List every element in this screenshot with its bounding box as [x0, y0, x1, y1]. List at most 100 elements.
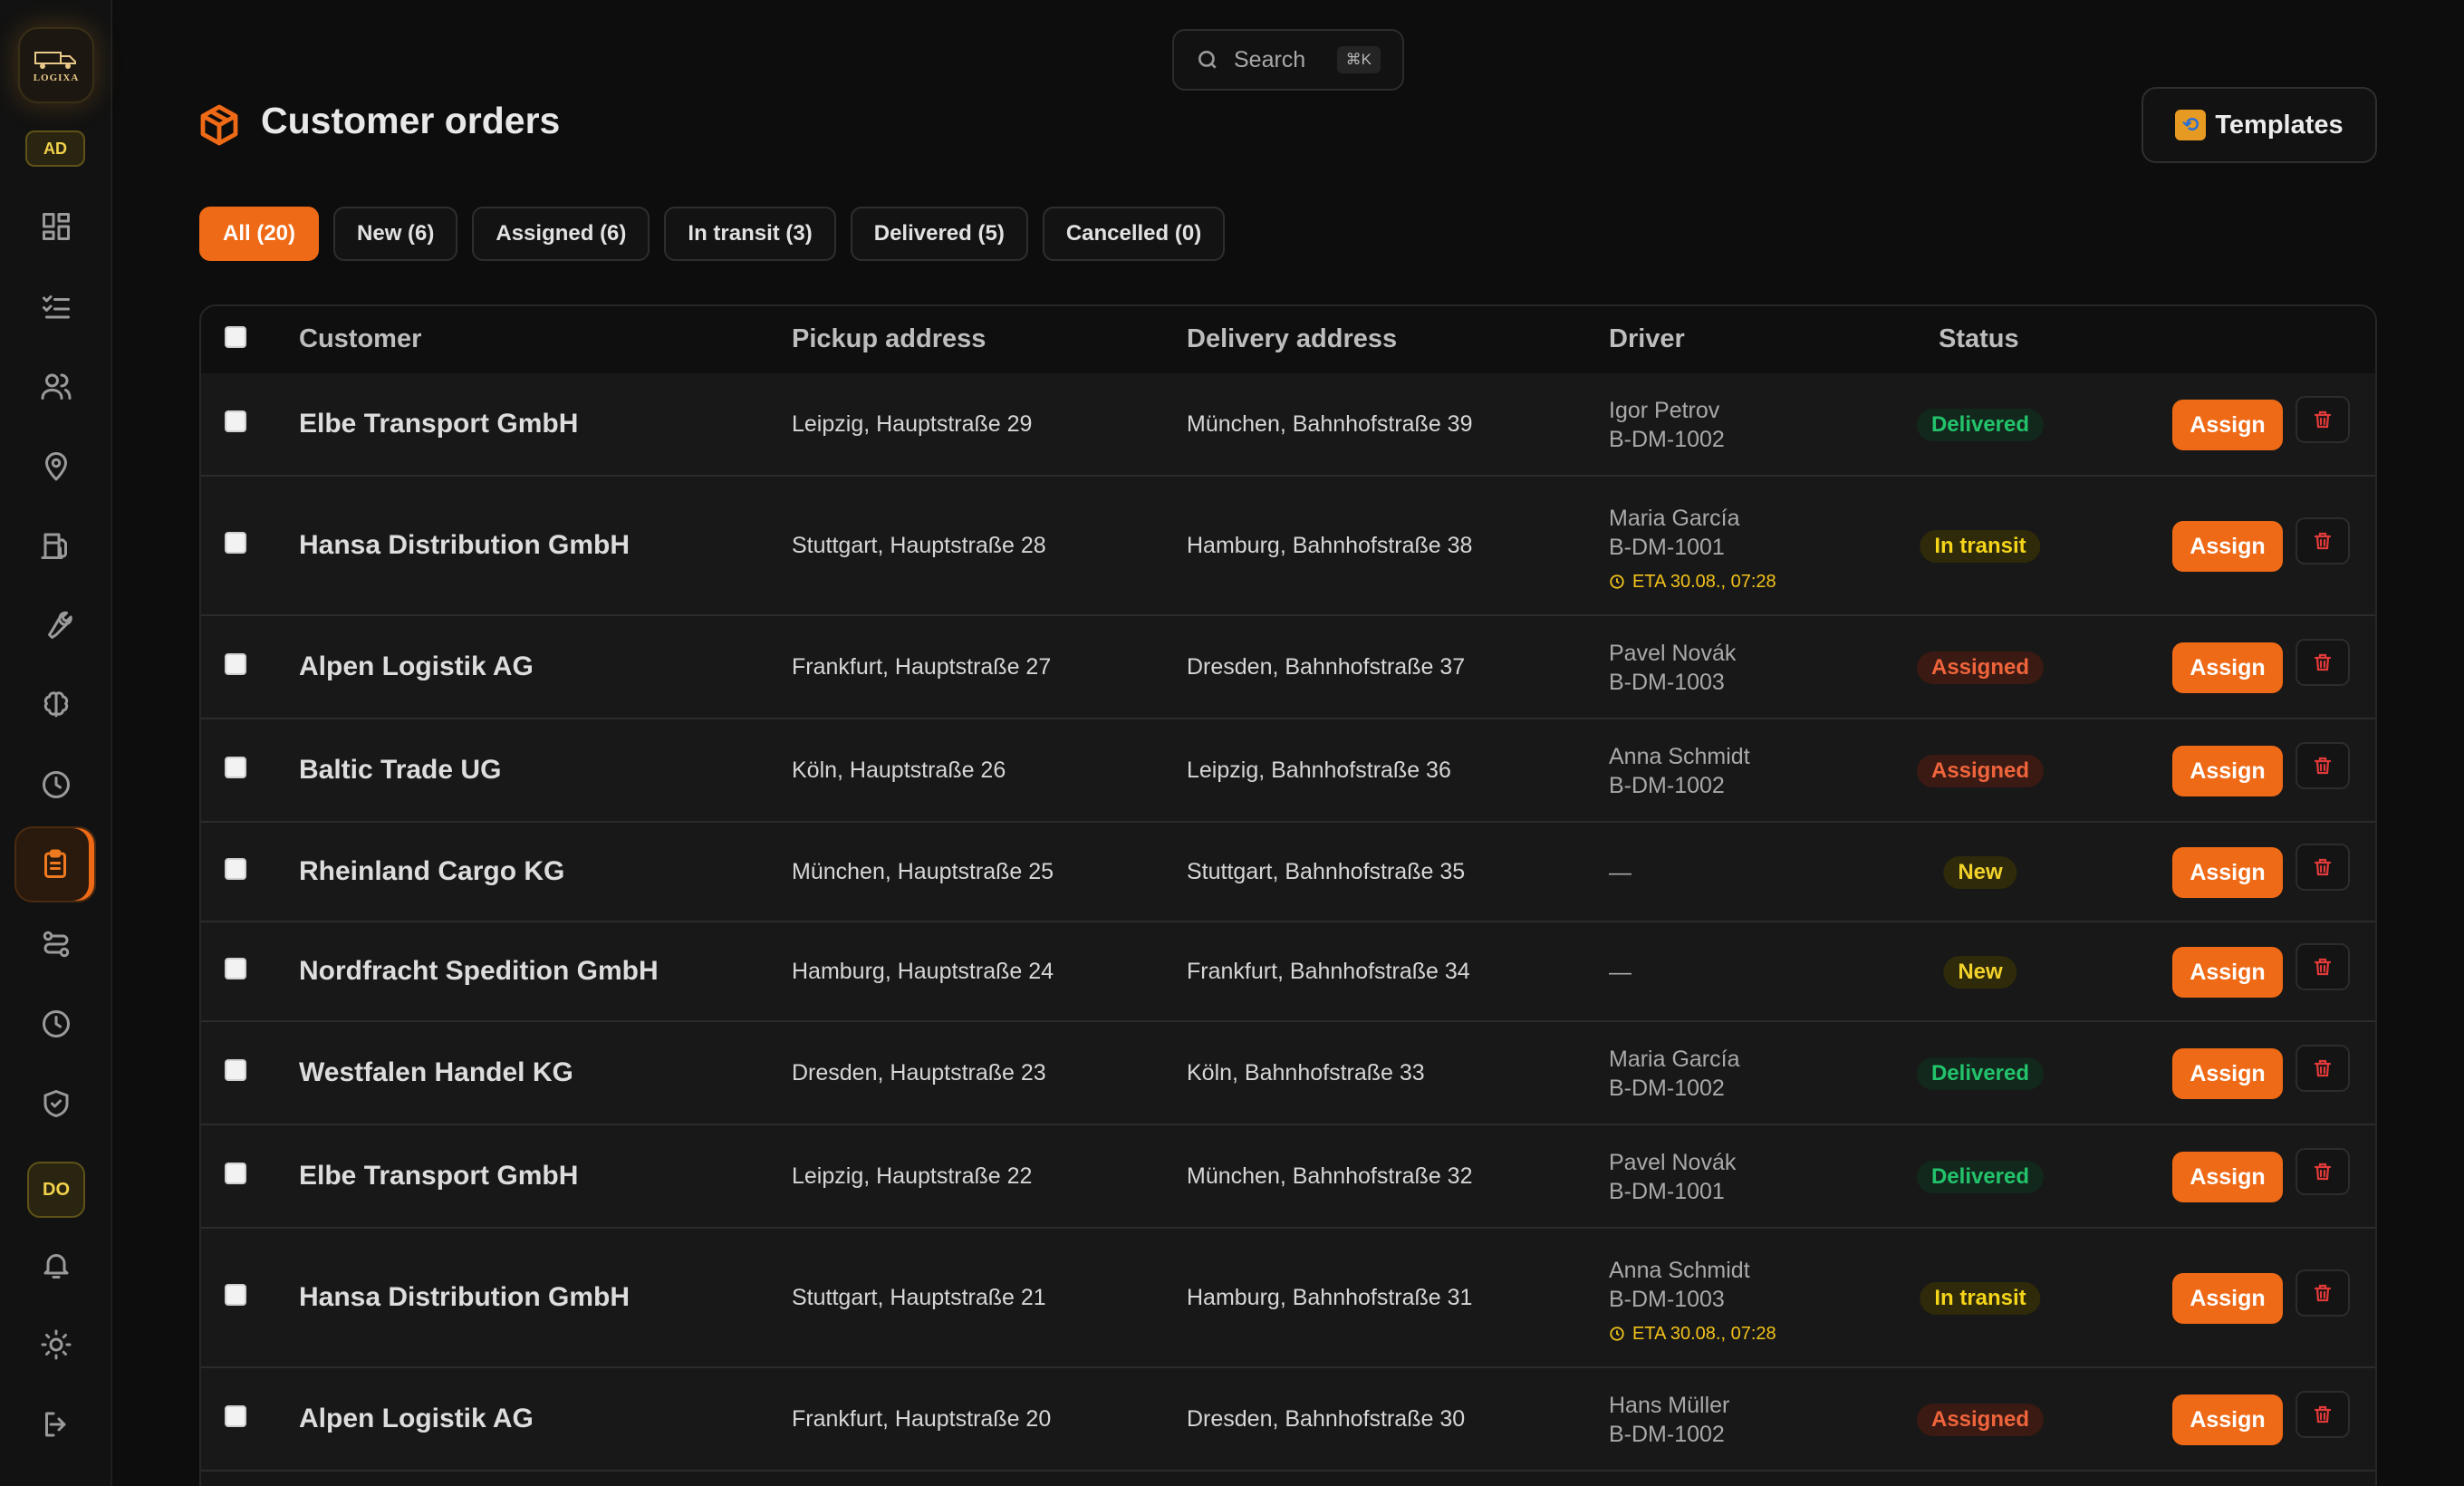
row-checkbox[interactable]	[225, 1284, 246, 1306]
wrench-icon[interactable]	[27, 596, 85, 654]
column-pickup-address[interactable]: Pickup address	[792, 324, 986, 354]
assign-button[interactable]: Assign	[2172, 746, 2283, 796]
bell-icon[interactable]	[27, 1236, 85, 1294]
table-row[interactable]: Hansa Distribution GmbH Stuttgart, Haupts…	[201, 1229, 2375, 1368]
vehicle-plate: B-DM-1002	[1609, 1422, 1725, 1447]
table-row[interactable]: Elbe Transport GmbH Leipzig, Hauptstraße …	[201, 373, 2375, 477]
users-icon[interactable]	[27, 357, 85, 415]
dashboard-icon[interactable]	[27, 198, 85, 256]
tab-assigned[interactable]: Assigned (6)	[472, 207, 650, 261]
location-pin-icon[interactable]	[27, 437, 85, 495]
checklist-icon[interactable]	[27, 277, 85, 335]
status-badge: Delivered	[1916, 1161, 2045, 1193]
table-row[interactable]: Westfalen Handel KG Dresden, Hauptstraße …	[201, 1022, 2375, 1125]
templates-label: Templates	[2215, 110, 2344, 140]
delete-button[interactable]	[2296, 396, 2350, 443]
customer-name: Nordfracht Spedition GmbH	[299, 956, 659, 986]
column-delivery-address[interactable]: Delivery address	[1187, 324, 1397, 354]
delete-button[interactable]	[2296, 517, 2350, 564]
assign-button[interactable]: Assign	[2172, 1152, 2283, 1202]
history-icon[interactable]	[27, 995, 85, 1053]
status-badge: Assigned	[1916, 1404, 2045, 1436]
delete-button[interactable]	[2296, 742, 2350, 789]
pickup-address: Dresden, Hauptstraße 23	[792, 1060, 1046, 1086]
delete-button[interactable]	[2296, 1148, 2350, 1195]
search-bar[interactable]: Search ⌘K	[1172, 29, 1404, 91]
delete-button[interactable]	[2296, 1269, 2350, 1317]
table-header: Customer Pickup address Delivery address…	[201, 306, 2375, 373]
customer-name: Hansa Distribution GmbH	[299, 1282, 630, 1312]
column-status[interactable]: Status	[1939, 324, 2019, 354]
column-driver[interactable]: Driver	[1609, 324, 1685, 354]
driver-name: Pavel Novák	[1609, 641, 1737, 666]
assign-button[interactable]: Assign	[2172, 1394, 2283, 1445]
tab-in-transit[interactable]: In transit (3)	[664, 207, 836, 261]
delivery-address: München, Bahnhofstraße 39	[1187, 411, 1473, 437]
row-checkbox[interactable]	[225, 1163, 246, 1184]
table-row[interactable]: Nordfracht Spedition GmbH Hamburg, Haupts…	[201, 922, 2375, 1022]
table-row[interactable]: Hansa Distribution GmbH Stuttgart, Haupts…	[201, 477, 2375, 616]
delete-button[interactable]	[2296, 639, 2350, 686]
row-checkbox[interactable]	[225, 1059, 246, 1081]
delete-button[interactable]	[2296, 943, 2350, 990]
tab-cancelled[interactable]: Cancelled (0)	[1042, 207, 1226, 261]
shield-check-icon[interactable]	[27, 1075, 85, 1133]
brain-icon[interactable]	[27, 676, 85, 734]
app-logo[interactable]: LOGIXA	[18, 27, 94, 103]
driver-cell: Pavel Novák B-DM-1003	[1609, 639, 1736, 697]
tab-delivered[interactable]: Delivered (5)	[850, 207, 1028, 261]
assign-button[interactable]: Assign	[2172, 521, 2283, 572]
row-checkbox[interactable]	[225, 1405, 246, 1427]
delete-button[interactable]	[2296, 1391, 2350, 1438]
row-checkbox[interactable]	[225, 653, 246, 675]
eta-info: ETA 30.08., 07:28	[1609, 1319, 1776, 1348]
user-avatar-top[interactable]: AD	[25, 130, 85, 167]
driver-cell: Hans Müller B-DM-1002	[1609, 1391, 1729, 1449]
templates-button[interactable]: ⟲ Templates	[2142, 87, 2377, 163]
select-all-checkbox[interactable]	[225, 326, 246, 348]
logout-icon[interactable]	[27, 1395, 85, 1453]
pickup-address: Hamburg, Hauptstraße 24	[792, 959, 1054, 984]
delivery-address: Hamburg, Bahnhofstraße 31	[1187, 1285, 1473, 1310]
status-badge: In transit	[1920, 530, 2041, 563]
assign-button[interactable]: Assign	[2172, 1273, 2283, 1324]
clock-icon	[1610, 574, 1624, 589]
clipboard-icon[interactable]	[14, 826, 96, 902]
assign-button[interactable]: Assign	[2172, 642, 2283, 693]
search-icon	[1198, 51, 1217, 69]
delivery-address: Dresden, Bahnhofstraße 37	[1187, 654, 1466, 680]
driver-name: —	[1609, 960, 1631, 985]
delete-button[interactable]	[2296, 844, 2350, 891]
table-row[interactable]: Elbe Transport GmbH Leipzig, Hauptstraße …	[201, 1125, 2375, 1229]
table-row[interactable]: Alpen Logistik AG Frankfurt, Hauptstraße …	[201, 1368, 2375, 1472]
tab-all[interactable]: All (20)	[199, 207, 320, 261]
table-row[interactable]: Baltic Trade UG Köln, Hauptstraße 26 Leipz…	[201, 719, 2375, 823]
row-checkbox[interactable]	[225, 410, 246, 432]
assign-button[interactable]: Assign	[2172, 1048, 2283, 1099]
status-badge: Delivered	[1916, 409, 2045, 441]
route-icon[interactable]	[27, 915, 85, 973]
pickup-address: München, Hauptstraße 25	[792, 859, 1054, 884]
assign-button[interactable]: Assign	[2172, 947, 2283, 998]
clock-icon	[1610, 1327, 1624, 1341]
tab-new[interactable]: New (6)	[333, 207, 458, 261]
table-row[interactable]: Alpen Logistik AG Frankfurt, Hauptstraße …	[201, 616, 2375, 719]
row-checkbox[interactable]	[225, 958, 246, 979]
row-checkbox[interactable]	[225, 858, 246, 880]
fuel-station-icon[interactable]	[27, 516, 85, 574]
clock-icon[interactable]	[27, 756, 85, 814]
table-row[interactable]: Rheinland Cargo KG München, Hauptstraße 2…	[201, 823, 2375, 922]
vehicle-plate: B-DM-1002	[1609, 427, 1725, 452]
column-customer[interactable]: Customer	[299, 324, 421, 354]
user-avatar-bottom[interactable]: DO	[27, 1162, 85, 1218]
delete-button[interactable]	[2296, 1045, 2350, 1092]
assign-button[interactable]: Assign	[2172, 847, 2283, 898]
vehicle-plate: B-DM-1002	[1609, 773, 1725, 798]
row-checkbox[interactable]	[225, 532, 246, 554]
package-icon	[197, 103, 241, 147]
assign-button[interactable]: Assign	[2172, 400, 2283, 450]
driver-cell: Pavel Novák B-DM-1001	[1609, 1148, 1736, 1206]
sun-icon[interactable]	[27, 1316, 85, 1374]
vehicle-plate: B-DM-1002	[1609, 1076, 1725, 1101]
row-checkbox[interactable]	[225, 757, 246, 778]
